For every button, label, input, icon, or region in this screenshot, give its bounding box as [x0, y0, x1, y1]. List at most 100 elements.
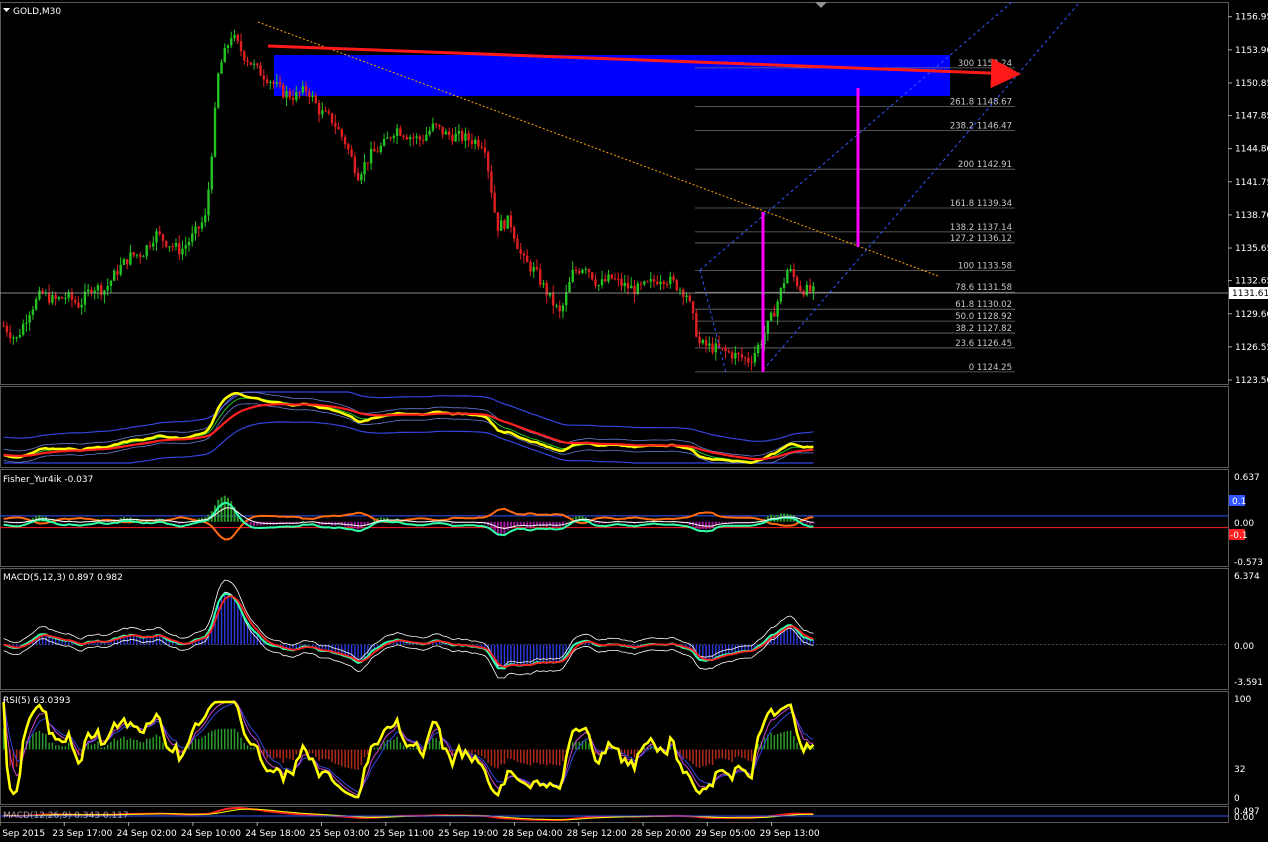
price-tick-label: 1126.55: [1235, 343, 1268, 353]
time-tick-label: 24 Sep 02:00: [117, 829, 177, 839]
candle-body: [805, 284, 809, 296]
price-tick-label: 1144.80: [1235, 145, 1268, 155]
candle-body: [727, 351, 731, 353]
candle-body: [617, 278, 620, 280]
candle-body: [249, 62, 252, 65]
triangle-down-icon[interactable]: [3, 8, 10, 12]
candle-body: [431, 123, 435, 131]
candle-body: [330, 113, 334, 124]
fisher-bar: [503, 521, 506, 534]
candle-body: [139, 254, 142, 257]
scroll-marker-icon[interactable]: [815, 2, 827, 8]
candle-body: [795, 277, 799, 287]
candle-body: [197, 226, 200, 229]
candle-body: [691, 301, 695, 314]
price-tick-label: 1150.85: [1235, 79, 1268, 89]
candle-body: [64, 297, 67, 299]
fisher-bar: [545, 521, 548, 527]
fib-label: 300 1152.24: [958, 59, 1012, 69]
candle-body: [311, 95, 314, 98]
macd-pane: [0, 579, 1228, 679]
candle-body: [8, 332, 12, 338]
candle-body: [421, 139, 425, 141]
candle-body: [392, 136, 396, 139]
candle-body: [636, 283, 639, 295]
candle-body: [360, 174, 363, 181]
fisher-tick-top: 0.637: [1234, 473, 1260, 483]
candle-body: [252, 63, 256, 65]
fibonacci-levels[interactable]: 300 1152.24 261.8 1148.67 238.2 1146.47 200…: [695, 59, 1015, 373]
candle-body: [51, 295, 54, 303]
candle-body: [80, 304, 83, 308]
candle-body: [347, 144, 350, 150]
candle-body: [779, 287, 783, 302]
candle-body: [2, 325, 5, 327]
candle-body: [600, 279, 604, 286]
price-tick-label: 1156.95: [1235, 13, 1268, 23]
candle-body: [298, 92, 301, 94]
price-tick-label: 1123.50: [1235, 376, 1268, 386]
candle-body: [343, 136, 347, 145]
time-tick-label: 23 Sep 17:00: [52, 829, 112, 839]
candle-body: [142, 256, 145, 258]
time-tick-label: 29 Sep 05:00: [695, 829, 755, 839]
fib-label: 0 1124.25: [969, 363, 1012, 373]
candle-body: [457, 131, 461, 134]
fisher-bar: [249, 521, 252, 526]
macd-tick-mid: 0.00: [1234, 642, 1254, 652]
candle-body: [220, 62, 223, 74]
chart-canvas[interactable]: 300 1152.24 261.8 1148.67 238.2 1146.47 200…: [0, 0, 1268, 842]
candle-body: [555, 305, 558, 307]
candle-body: [460, 131, 464, 141]
fisher-bar: [802, 521, 805, 523]
candle-body: [756, 344, 760, 354]
candle-body: [704, 339, 708, 346]
rsi-tick-top: 100: [1234, 695, 1251, 705]
candle-body: [412, 137, 415, 139]
candle-body: [730, 352, 734, 359]
candle-body: [38, 290, 41, 299]
candle-body: [54, 295, 57, 299]
candle-body: [106, 285, 109, 291]
candle-body: [662, 281, 665, 284]
rsi-tick-mid: 32: [1234, 765, 1245, 775]
price-pane[interactable]: 300 1152.24 261.8 1148.67 238.2 1146.47 200…: [0, 1, 1228, 374]
fib-label: 78.6 1131.58: [955, 283, 1012, 293]
candle-body: [168, 246, 171, 248]
candle-body: [675, 279, 678, 291]
candle-body: [288, 91, 292, 98]
candle-body: [246, 60, 249, 63]
candle-body: [750, 362, 753, 364]
fisher-pane: [0, 495, 1228, 541]
candle-body: [278, 82, 282, 85]
candle-body: [678, 289, 682, 291]
candle-body: [695, 313, 698, 337]
candle-body: [210, 156, 213, 190]
candle-body: [126, 259, 129, 265]
fisher-bar: [714, 521, 717, 525]
candle-body: [405, 136, 409, 140]
candle-body: [223, 47, 226, 63]
time-tick-label: 28 Sep 12:00: [567, 829, 627, 839]
price-tick-label: 1135.65: [1235, 244, 1268, 254]
fib-label: 100 1133.58: [958, 262, 1012, 272]
fisher-lower-level-label: -0.1: [1230, 531, 1248, 541]
candle-body: [334, 123, 337, 127]
candle-body: [291, 97, 295, 101]
candle-body: [256, 63, 259, 66]
candle-body: [132, 252, 135, 256]
candle-body: [532, 267, 535, 272]
fib-label: 261.8 1148.67: [950, 98, 1012, 108]
candle-body: [594, 279, 597, 286]
candle-body: [340, 129, 344, 137]
fisher-bar: [718, 521, 721, 524]
candle-body: [204, 215, 207, 223]
price-tick-label: 1147.85: [1235, 112, 1268, 122]
candle-body: [60, 297, 64, 299]
resistance-zone: [274, 55, 950, 96]
candle-body: [714, 343, 718, 353]
candle-body: [711, 343, 714, 353]
price-tick-label: 1132.65: [1235, 277, 1268, 287]
candle-body: [369, 148, 373, 164]
time-tick-label: 25 Sep 11:00: [374, 829, 434, 839]
